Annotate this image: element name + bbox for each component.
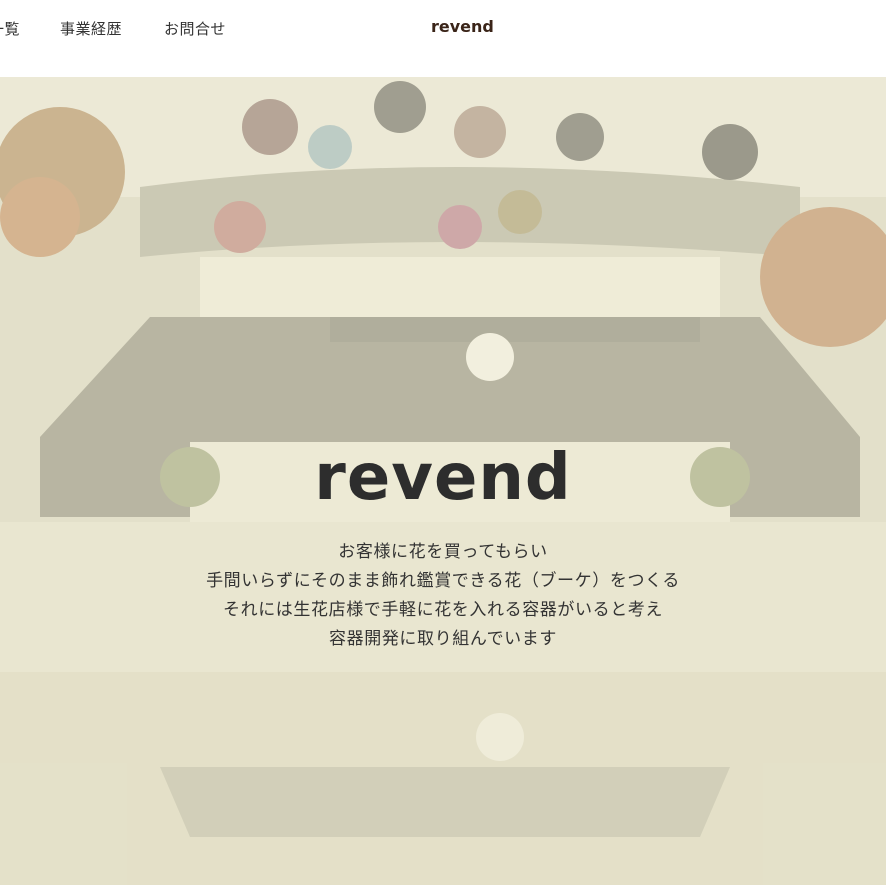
hero-title: revend [314,441,572,515]
nav-link-products[interactable]: 商品一覧 [0,18,20,39]
brand-logo[interactable]: revend [431,17,494,36]
hero-line: 手間いらずにそのまま飾れ鑑賞できる花（ブーケ）をつくる [206,571,680,591]
hero-line: それには生花店様で手軽に花を入れる容器がいると考え [223,600,663,620]
hero-description: お客様に花を買ってもらい 手間いらずにそのまま飾れ鑑賞できる花（ブーケ）をつくる… [0,538,886,654]
nav-link-contact[interactable]: お問合せ [164,18,226,39]
hero-line: お客様に花を買ってもらい [338,542,548,562]
site-header: 商品一覧 事業経歴 お問合せ revend [0,0,886,77]
hero-section: revend お客様に花を買ってもらい 手間いらずにそのまま飾れ鑑賞できる花（ブ… [0,77,886,885]
hero-line: 容器開発に取り組んでいます [329,629,557,649]
nav-link-history[interactable]: 事業経歴 [60,18,122,39]
